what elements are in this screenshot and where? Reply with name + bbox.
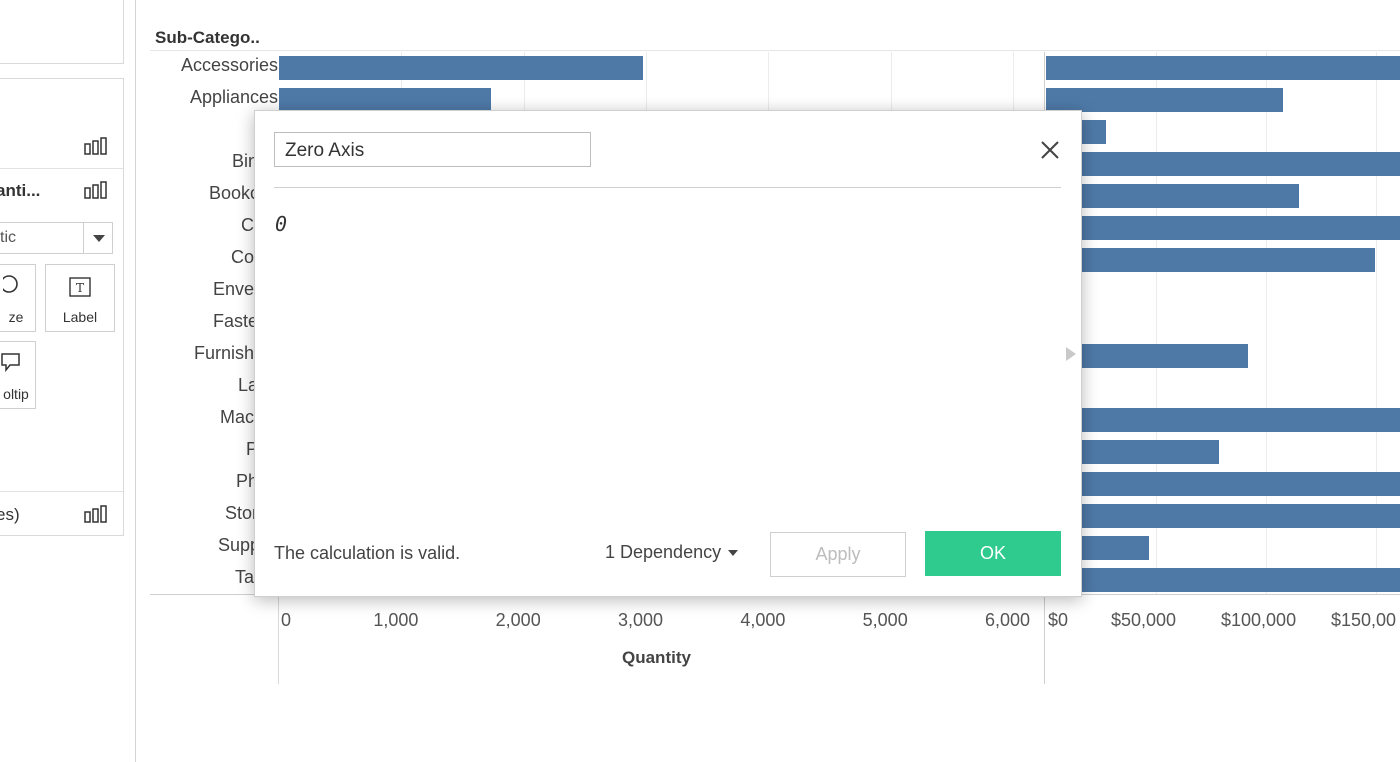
- sales-tick-label: $0: [1048, 610, 1069, 630]
- marks-row-label: es): [0, 505, 20, 524]
- dialog-divider: [274, 187, 1061, 188]
- validation-status: The calculation is valid.: [274, 543, 461, 563]
- category-label: Accessories: [180, 55, 278, 75]
- calculation-editor-dialog: Zero Axis 0 The calculation is valid. 1 …: [254, 110, 1082, 597]
- filters-shelf: [0, 0, 124, 64]
- marks-row-label: anti...: [0, 181, 41, 200]
- label-icon: T: [69, 277, 91, 297]
- size-card-label: ze: [8, 309, 24, 325]
- close-icon[interactable]: [1039, 139, 1061, 161]
- svg-text:T: T: [76, 281, 84, 295]
- marks-row-quantity[interactable]: anti...: [0, 175, 120, 207]
- formula-editor[interactable]: 0: [275, 212, 287, 236]
- tooltip-card-label: oltip: [3, 386, 29, 402]
- sales-bar[interactable]: [1046, 472, 1400, 496]
- sales-bar[interactable]: [1046, 408, 1400, 432]
- sales-bar[interactable]: [1046, 504, 1400, 528]
- quantity-bar[interactable]: [279, 56, 644, 80]
- marks-row-sales[interactable]: es): [0, 499, 120, 531]
- marks-panel: anti... es) tic ze T Label oltip: [0, 0, 136, 762]
- apply-button[interactable]: Apply: [770, 532, 906, 577]
- size-icon: [3, 275, 18, 293]
- size-card[interactable]: ze: [0, 264, 36, 332]
- category-label: Appliances: [189, 87, 278, 107]
- sales-bar[interactable]: [1046, 152, 1400, 176]
- sales-tick-label: $50,000: [1111, 610, 1177, 630]
- tooltip-card[interactable]: oltip: [0, 341, 36, 409]
- sales-bar[interactable]: [1046, 56, 1400, 80]
- dependency-dropdown[interactable]: 1 Dependency: [605, 542, 739, 563]
- bar-chart-icon: [84, 505, 107, 523]
- calculation-name-input[interactable]: Zero Axis: [274, 132, 591, 167]
- quantity-axis-title: Quantity: [622, 648, 691, 667]
- quantity-tick-label: 5,000: [862, 610, 908, 630]
- quantity-tick-label: 2,000: [495, 610, 541, 630]
- tooltip-icon: [1, 353, 20, 372]
- sub-category-header: Sub-Catego..: [155, 28, 260, 47]
- header-divider: [150, 50, 1400, 51]
- ok-button[interactable]: OK: [925, 531, 1061, 576]
- bar-chart-icon: [84, 181, 107, 199]
- sales-bar[interactable]: [1046, 216, 1400, 240]
- sales-bar[interactable]: [1046, 88, 1283, 112]
- quantity-tick-label: 6,000: [985, 610, 1031, 630]
- axis-divider-left: [278, 596, 279, 684]
- bar-chart-icon: [84, 137, 107, 155]
- quantity-tick-label: 4,000: [740, 610, 786, 630]
- caret-down-icon: [728, 550, 739, 557]
- marks-row-all[interactable]: [0, 131, 120, 163]
- expand-panel-arrow-icon[interactable]: [1066, 347, 1076, 361]
- label-card-label: Label: [62, 309, 98, 325]
- sales-tick-label: $150,00: [1331, 610, 1397, 630]
- mark-type-dropdown[interactable]: tic: [0, 222, 113, 254]
- quantity-tick-label: 1,000: [373, 610, 419, 630]
- sales-bar[interactable]: [1046, 248, 1375, 272]
- mark-type-value: tic: [0, 229, 16, 246]
- quantity-tick-label: 3,000: [618, 610, 664, 630]
- quantity-tick-label: 0: [281, 610, 292, 630]
- sales-bar[interactable]: [1046, 184, 1299, 208]
- chevron-down-icon: [83, 223, 112, 253]
- sales-bar[interactable]: [1046, 568, 1400, 592]
- quantity-bar[interactable]: [279, 88, 491, 112]
- dependency-label: 1 Dependency: [605, 542, 722, 562]
- sales-tick-label: $100,000: [1221, 610, 1297, 630]
- label-card[interactable]: T Label: [45, 264, 115, 332]
